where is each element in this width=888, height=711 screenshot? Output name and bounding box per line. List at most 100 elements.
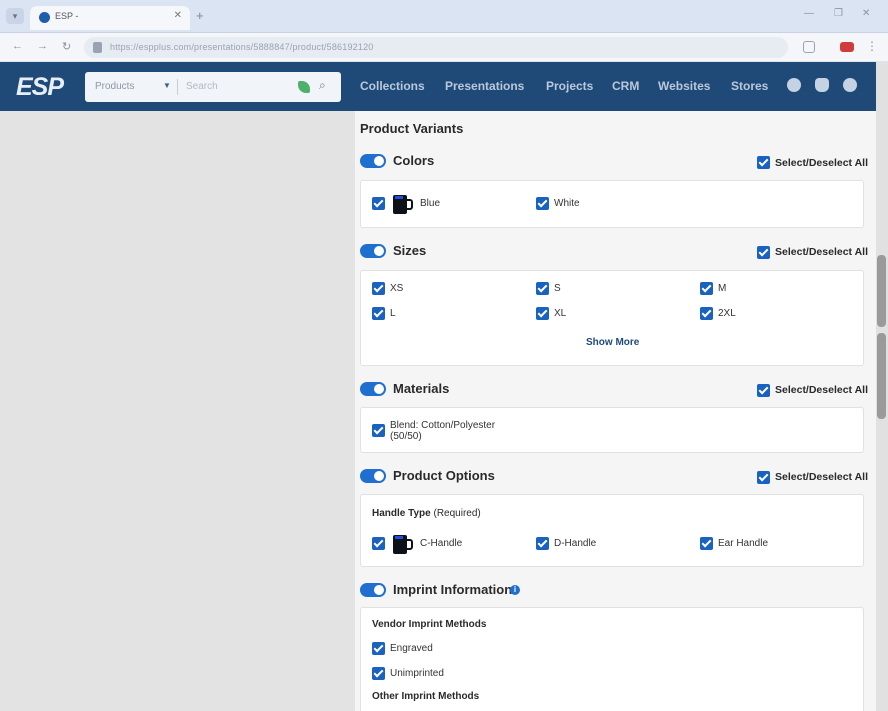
sizes-toggle[interactable] xyxy=(360,244,386,258)
site-info-icon[interactable] xyxy=(93,42,102,53)
ear-handle-checkbox[interactable] xyxy=(700,537,713,550)
color-blue-label: Blue xyxy=(420,198,441,209)
extension-red-icon[interactable] xyxy=(840,42,854,52)
d-handle-label: D-Handle xyxy=(554,538,597,549)
unimprinted-checkbox[interactable] xyxy=(372,667,385,680)
eco-leaf-icon[interactable] xyxy=(298,81,310,93)
color-blue-checkbox[interactable] xyxy=(372,197,385,210)
ear-handle-label: Ear Handle xyxy=(718,538,769,549)
color-white-label: White xyxy=(554,198,580,209)
window-close-icon[interactable]: ✕ xyxy=(862,8,870,19)
sizes-card xyxy=(360,270,864,366)
tab-search-icon[interactable]: ▾ xyxy=(6,8,24,24)
handle-type-label: Handle Type (Required) xyxy=(372,508,481,519)
other-imprint-label: Other Imprint Methods xyxy=(372,691,480,702)
url-text: https://espplus.com/presentations/588884… xyxy=(110,42,374,52)
back-icon[interactable]: ← xyxy=(12,40,23,52)
colors-select-all-label[interactable]: Select/Deselect All xyxy=(775,157,868,169)
esp-favicon-icon xyxy=(39,12,50,23)
size-2xl-checkbox[interactable] xyxy=(700,307,713,320)
sizes-title: Sizes xyxy=(393,243,427,258)
c-handle-checkbox[interactable] xyxy=(372,537,385,550)
browser-tab[interactable]: ESP - ✕ xyxy=(30,6,190,30)
sizes-select-all-label[interactable]: Select/Deselect All xyxy=(775,246,868,258)
nav-crm[interactable]: CRM xyxy=(612,79,639,93)
nav-projects[interactable]: Projects xyxy=(546,79,593,93)
material-blend-ratio: (50/50) xyxy=(390,431,422,442)
product-options-card xyxy=(360,494,864,567)
size-s-label: S xyxy=(554,283,561,294)
help-icon[interactable] xyxy=(787,78,801,92)
search-category-select[interactable]: Products xyxy=(95,81,134,92)
size-l-checkbox[interactable] xyxy=(372,307,385,320)
size-m-label: M xyxy=(718,283,727,294)
chevron-down-icon[interactable]: ▼ xyxy=(163,81,171,90)
engraved-checkbox[interactable] xyxy=(372,642,385,655)
nav-collections[interactable]: Collections xyxy=(360,79,425,93)
size-xs-checkbox[interactable] xyxy=(372,282,385,295)
blue-mug-thumbnail xyxy=(393,195,413,214)
size-s-checkbox[interactable] xyxy=(536,282,549,295)
restore-icon[interactable]: ❐ xyxy=(834,8,843,19)
info-icon[interactable]: i xyxy=(510,585,520,595)
account-icon[interactable] xyxy=(843,78,857,92)
d-handle-checkbox[interactable] xyxy=(536,537,549,550)
engraved-label: Engraved xyxy=(390,643,433,654)
nav-stores[interactable]: Stores xyxy=(731,79,768,93)
minimize-icon[interactable]: — xyxy=(804,8,814,19)
sizes-select-all-checkbox[interactable] xyxy=(757,246,770,259)
new-tab-icon[interactable]: + xyxy=(196,8,204,23)
materials-title: Materials xyxy=(393,381,450,396)
vendor-imprint-label: Vendor Imprint Methods xyxy=(372,619,487,630)
size-xl-label: XL xyxy=(554,308,567,319)
panel-title: Product Variants xyxy=(360,121,464,136)
nav-presentations[interactable]: Presentations xyxy=(445,79,524,93)
imprint-title: Imprint Information xyxy=(393,582,513,597)
colors-toggle[interactable] xyxy=(360,154,386,168)
handle-type-text: Handle Type xyxy=(372,508,431,519)
material-blend-checkbox[interactable] xyxy=(372,424,385,437)
bell-icon[interactable] xyxy=(815,78,829,92)
scrollbar-thumb-secondary[interactable] xyxy=(877,333,886,419)
search-icon[interactable]: ⌕ xyxy=(319,78,326,93)
scrollbar-thumb[interactable] xyxy=(877,255,886,327)
colors-select-all-checkbox[interactable] xyxy=(757,156,770,169)
required-note: (Required) xyxy=(433,508,481,519)
browser-tab-title: ESP - xyxy=(55,11,79,21)
esp-logo[interactable]: ESP xyxy=(16,73,64,102)
color-white-checkbox[interactable] xyxy=(536,197,549,210)
size-xs-label: XS xyxy=(390,283,404,294)
size-xl-checkbox[interactable] xyxy=(536,307,549,320)
nav-websites[interactable]: Websites xyxy=(658,79,710,93)
c-handle-label: C-Handle xyxy=(420,538,463,549)
c-handle-mug-thumbnail xyxy=(393,535,413,554)
product-options-select-all-label[interactable]: Select/Deselect All xyxy=(775,471,868,483)
close-tab-icon[interactable]: ✕ xyxy=(174,10,182,21)
size-l-label: L xyxy=(390,308,396,319)
materials-select-all-label[interactable]: Select/Deselect All xyxy=(775,384,868,396)
reload-icon[interactable]: ↻ xyxy=(62,40,71,53)
size-2xl-label: 2XL xyxy=(718,308,736,319)
size-m-checkbox[interactable] xyxy=(700,282,713,295)
app-header: ESP Products ▼ Search ⌕ Collections Pres… xyxy=(0,62,876,111)
product-options-toggle[interactable] xyxy=(360,469,386,483)
search-divider xyxy=(177,79,178,95)
left-pane xyxy=(0,111,355,711)
materials-toggle[interactable] xyxy=(360,382,386,396)
colors-title: Colors xyxy=(393,153,435,168)
extension-icon[interactable] xyxy=(803,41,815,53)
show-more-button[interactable]: Show More xyxy=(586,337,639,348)
browser-tab-bar: ▾ ESP - ✕ + — ❐ ✕ xyxy=(0,0,888,33)
product-options-title: Product Options xyxy=(393,468,495,483)
forward-icon[interactable]: → xyxy=(37,40,48,52)
materials-select-all-checkbox[interactable] xyxy=(757,384,770,397)
browser-address-bar: ← → ↻ https://espplus.com/presentations/… xyxy=(0,33,888,62)
search-bar: Products ▼ Search ⌕ xyxy=(85,72,341,102)
imprint-toggle[interactable] xyxy=(360,583,386,597)
material-blend-label: Blend: Cotton/Polyester xyxy=(390,420,496,431)
url-field[interactable]: https://espplus.com/presentations/588884… xyxy=(84,37,788,58)
unimprinted-label: Unimprinted xyxy=(390,668,444,679)
search-input[interactable]: Search xyxy=(186,81,218,92)
browser-menu-icon[interactable]: ⋮ xyxy=(866,39,878,53)
product-options-select-all-checkbox[interactable] xyxy=(757,471,770,484)
